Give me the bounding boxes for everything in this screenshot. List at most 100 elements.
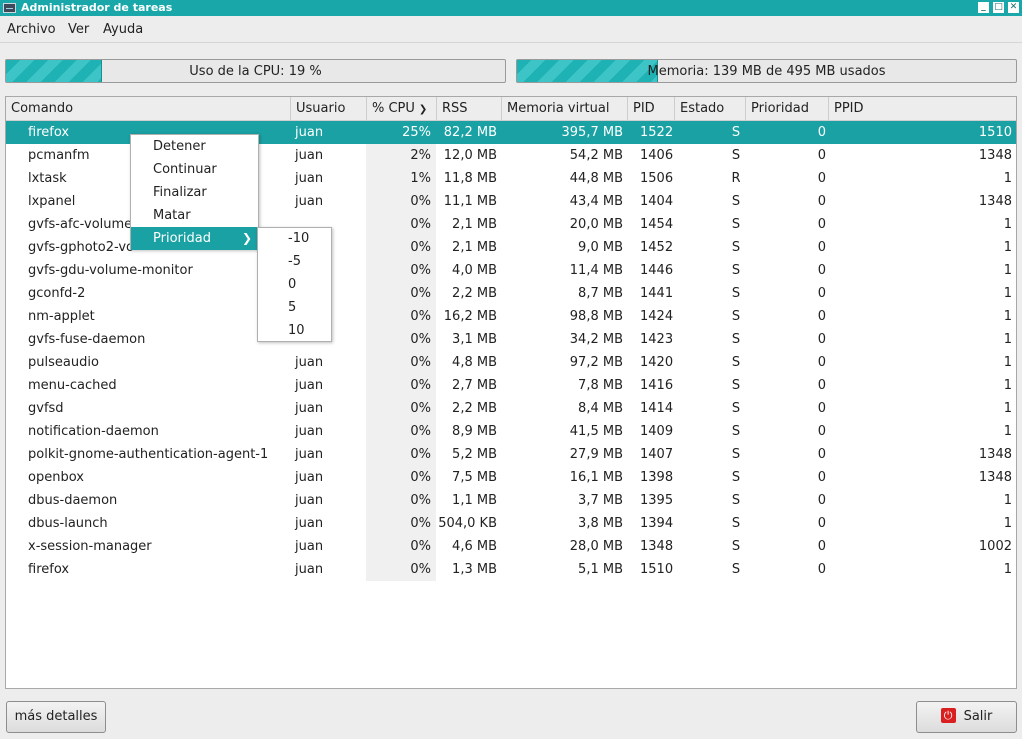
cell-pid: 1446: [640, 263, 674, 278]
cell-rss: 12,0 MB: [443, 148, 497, 163]
table-row[interactable]: polkit-gnome-authentication-agent-1 juan 0…: [6, 443, 1016, 466]
table-row[interactable]: notification-daemon juan 0% 8,9 MB 41,5 MB 14…: [6, 420, 1016, 443]
cell-ppid: 1: [1003, 217, 1012, 232]
more-details-button[interactable]: más detalles: [6, 701, 106, 733]
cell-virtual-memory: 41,5 MB: [569, 424, 623, 439]
cell-pid: 1398: [640, 470, 674, 485]
cell-virtual-memory: 54,2 MB: [569, 148, 623, 163]
table-row[interactable]: menu-cached juan 0% 2,7 MB 7,8 MB 1416 S 0 1: [6, 374, 1016, 397]
table-row[interactable]: dbus-daemon juan 0% 1,1 MB 3,7 MB 1395 S 0 1: [6, 489, 1016, 512]
table-row[interactable]: dbus-launch juan 0% 504,0 KB 3,8 MB 1394 S 0 1: [6, 512, 1016, 535]
table-row[interactable]: gvfs-gdu-volume-monitor 0% 4,0 MB 11,4 MB 14…: [6, 259, 1016, 282]
close-icon[interactable]: ✕: [1008, 2, 1019, 13]
column-rss[interactable]: RSS: [436, 97, 501, 120]
column-usuario[interactable]: Usuario: [290, 97, 366, 120]
cell-virtual-memory: 395,7 MB: [561, 125, 623, 140]
column-pid[interactable]: PID: [627, 97, 674, 120]
priority-option[interactable]: 10: [258, 320, 331, 343]
cell-ppid: 1: [1003, 562, 1012, 577]
menu-ver[interactable]: Ver: [68, 22, 89, 37]
priority-option[interactable]: 0: [258, 274, 331, 297]
cell-priority: 0: [817, 217, 826, 232]
cell-cpu: 25%: [402, 125, 431, 140]
cell-cpu: 0%: [410, 424, 431, 439]
column-memoria-virtual[interactable]: Memoria virtual: [501, 97, 627, 120]
table-row[interactable]: gvfs-fuse-daemon 0% 3,1 MB 34,2 MB 1423 S 0 1: [6, 328, 1016, 351]
priority-option[interactable]: -10: [258, 228, 331, 251]
cell-ppid: 1348: [978, 194, 1012, 209]
cell-rss: 2,2 MB: [452, 286, 497, 301]
cell-user: juan: [295, 539, 324, 554]
cell-command: gvfs-fuse-daemon: [28, 332, 146, 347]
window-title: Administrador de tareas: [21, 1, 173, 14]
menu-item-finalizar[interactable]: Finalizar: [131, 181, 258, 204]
cell-ppid: 1348: [978, 148, 1012, 163]
cell-ppid: 1: [1003, 378, 1012, 393]
cell-cpu: 0%: [410, 309, 431, 324]
cell-priority: 0: [817, 516, 826, 531]
cell-rss: 2,1 MB: [452, 240, 497, 255]
menu-item-detener[interactable]: Detener: [131, 135, 258, 158]
cell-priority: 0: [817, 309, 826, 324]
cell-pid: 1395: [640, 493, 674, 508]
column-ppid[interactable]: PPID: [828, 97, 1016, 120]
cell-cpu: 0%: [410, 378, 431, 393]
sort-descending-icon: ❯: [418, 104, 428, 115]
cell-ppid: 1510: [978, 125, 1012, 140]
cell-ppid: 1: [1003, 171, 1012, 186]
cell-cpu: 1%: [410, 171, 431, 186]
cell-command: openbox: [28, 470, 84, 485]
table-row[interactable]: gconfd-2 0% 2,2 MB 8,7 MB 1441 S 0 1: [6, 282, 1016, 305]
table-row[interactable]: gvfsd juan 0% 2,2 MB 8,4 MB 1414 S 0 1: [6, 397, 1016, 420]
cell-user: juan: [295, 171, 324, 186]
minimize-icon[interactable]: _: [978, 2, 989, 13]
table-row[interactable]: firefox juan 0% 1,3 MB 5,1 MB 1510 S 0 1: [6, 558, 1016, 581]
table-row[interactable]: pulseaudio juan 0% 4,8 MB 97,2 MB 1420 S 0 1: [6, 351, 1016, 374]
cell-user: juan: [295, 125, 324, 140]
cell-pid: 1416: [640, 378, 674, 393]
maximize-icon[interactable]: □: [993, 2, 1004, 13]
cell-cpu: 0%: [410, 263, 431, 278]
cell-ppid: 1: [1003, 263, 1012, 278]
menu-ayuda[interactable]: Ayuda: [103, 22, 143, 37]
cell-virtual-memory: 20,0 MB: [569, 217, 623, 232]
quit-button[interactable]: ⏻ Salir: [916, 701, 1017, 733]
cell-priority: 0: [817, 194, 826, 209]
cell-user: juan: [295, 447, 324, 462]
chevron-right-icon: ❯: [241, 231, 252, 245]
cell-cpu: 0%: [410, 401, 431, 416]
column-comando[interactable]: Comando: [6, 97, 290, 120]
menu-item-prioridad[interactable]: Prioridad ❯: [131, 227, 258, 250]
table-row[interactable]: openbox juan 0% 7,5 MB 16,1 MB 1398 S 0 1348: [6, 466, 1016, 489]
cell-virtual-memory: 3,7 MB: [578, 493, 623, 508]
cell-command: polkit-gnome-authentication-agent-1: [28, 447, 269, 462]
column-estado[interactable]: Estado: [674, 97, 745, 120]
cell-virtual-memory: 98,8 MB: [569, 309, 623, 324]
priority-option[interactable]: -5: [258, 251, 331, 274]
menu-item-matar[interactable]: Matar: [131, 204, 258, 227]
cell-cpu: 0%: [410, 194, 431, 209]
cell-virtual-memory: 97,2 MB: [569, 355, 623, 370]
cell-pid: 1522: [640, 125, 674, 140]
cell-cpu: 0%: [410, 355, 431, 370]
column-cpu[interactable]: % CPU ❯: [366, 97, 436, 120]
cell-command: lxtask: [28, 171, 67, 186]
cell-pid: 1420: [640, 355, 674, 370]
menu-archivo[interactable]: Archivo: [7, 22, 56, 37]
cell-rss: 2,7 MB: [452, 378, 497, 393]
cell-pid: 1414: [640, 401, 674, 416]
cell-priority: 0: [817, 447, 826, 462]
cell-priority: 0: [817, 286, 826, 301]
cell-rss: 8,9 MB: [452, 424, 497, 439]
column-prioridad[interactable]: Prioridad: [745, 97, 828, 120]
cell-cpu: 0%: [410, 217, 431, 232]
cell-rss: 2,1 MB: [452, 217, 497, 232]
menu-item-continuar[interactable]: Continuar: [131, 158, 258, 181]
cell-pid: 1452: [640, 240, 674, 255]
table-row[interactable]: x-session-manager juan 0% 4,6 MB 28,0 MB 1348…: [6, 535, 1016, 558]
table-row[interactable]: nm-applet 0% 16,2 MB 98,8 MB 1424 S 0 1: [6, 305, 1016, 328]
cell-ppid: 1348: [978, 447, 1012, 462]
priority-option[interactable]: 5: [258, 297, 331, 320]
cell-priority: 0: [817, 562, 826, 577]
cell-rss: 16,2 MB: [443, 309, 497, 324]
